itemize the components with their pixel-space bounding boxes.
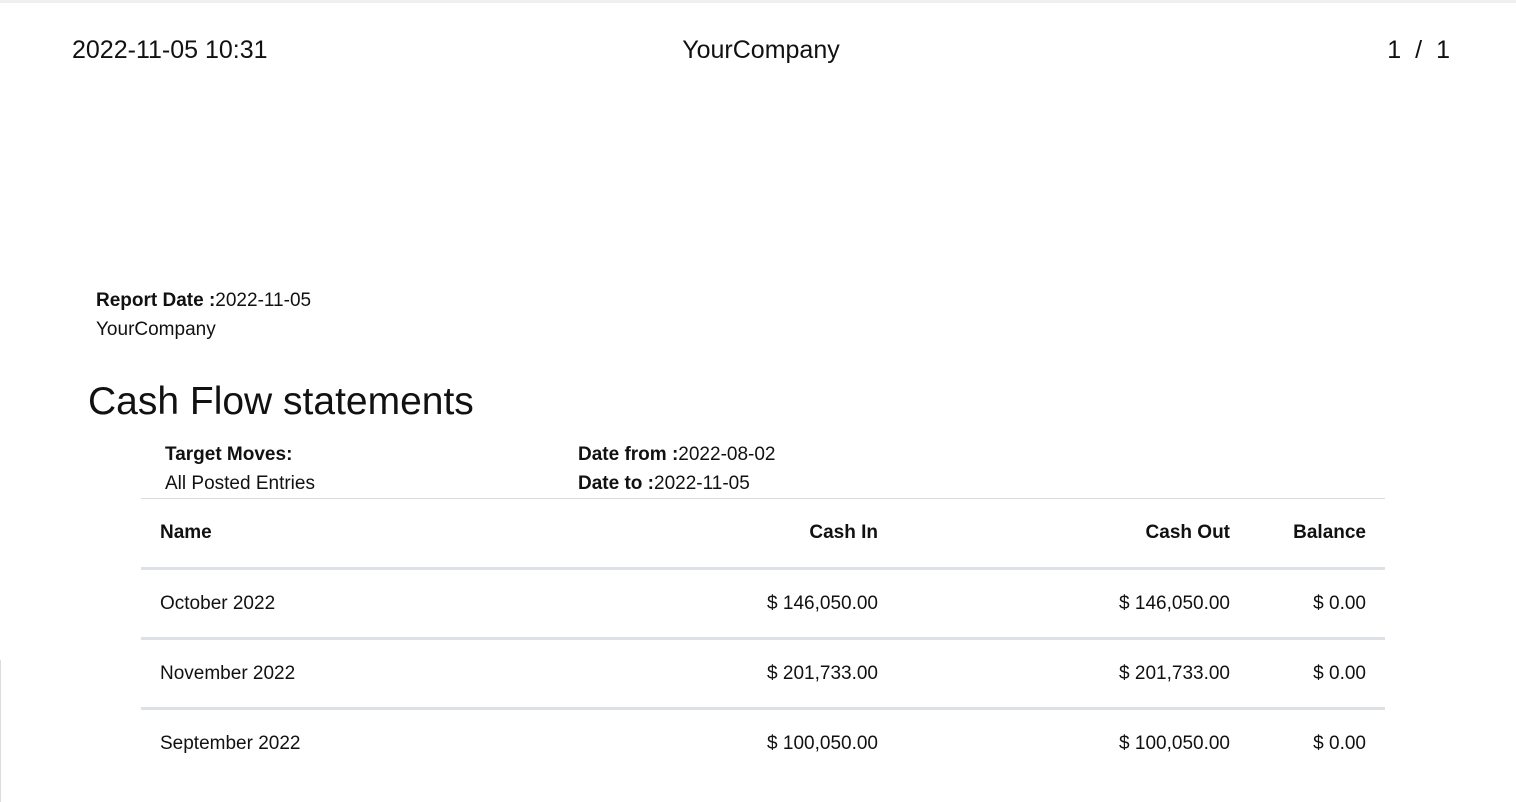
row-name: October 2022	[160, 592, 276, 614]
page-total: 1	[1436, 36, 1450, 64]
cash-flow-table: Name Cash In Cash Out Balance October 20…	[141, 498, 1385, 779]
date-from-label: Date from :	[578, 444, 679, 465]
page-top-edge	[0, 0, 1516, 3]
table-header-row: Name Cash In Cash Out Balance	[141, 498, 1385, 569]
row-cash-in: $ 146,050.00	[767, 592, 878, 614]
page-separator: /	[1415, 36, 1423, 64]
date-from-value: 2022-08-02	[678, 444, 776, 465]
page-left-edge	[0, 660, 1, 802]
report-info: Report Date :2022-11-05 YourCompany	[96, 286, 311, 344]
date-to-label: Date to :	[578, 473, 654, 494]
target-moves-label: Target Moves:	[165, 444, 293, 465]
page-current: 1	[1387, 36, 1402, 64]
column-header-name: Name	[160, 522, 212, 543]
print-header: 2022-11-05 10:31 YourCompany 1/1	[0, 36, 1516, 72]
row-cash-out: $ 100,050.00	[1119, 733, 1230, 755]
row-balance: $ 0.00	[1313, 662, 1366, 684]
page-title: Cash Flow statements	[88, 380, 474, 423]
date-range-filter: Date from :2022-08-02 Date to :2022-11-0…	[578, 440, 776, 498]
row-cash-in: $ 100,050.00	[767, 733, 878, 755]
row-cash-in: $ 201,733.00	[767, 662, 878, 684]
date-from-line: Date from :2022-08-02	[578, 440, 776, 469]
table-row: October 2022 $ 146,050.00 $ 146,050.00 $…	[141, 569, 1385, 639]
row-balance: $ 0.00	[1313, 592, 1366, 614]
row-cash-out: $ 201,733.00	[1119, 662, 1230, 684]
row-cash-out: $ 146,050.00	[1119, 592, 1230, 614]
target-moves-value: All Posted Entries	[165, 473, 315, 494]
column-header-balance: Balance	[1293, 522, 1366, 543]
report-date-line: Report Date :2022-11-05	[96, 286, 311, 315]
date-to-value: 2022-11-05	[654, 473, 750, 494]
page-counter: 1 / 1	[1387, 36, 1450, 65]
target-moves-filter: Target Moves: All Posted Entries	[165, 440, 315, 498]
print-company-name: YourCompany	[682, 36, 840, 64]
row-name: November 2022	[160, 662, 296, 684]
table-row: November 2022 $ 201,733.00 $ 201,733.00 …	[141, 639, 1385, 709]
report-date-label: Report Date :	[96, 290, 216, 311]
date-to-line: Date to :2022-11-05	[578, 469, 776, 498]
report-date-value: 2022-11-05	[215, 290, 312, 311]
row-balance: $ 0.00	[1313, 733, 1366, 755]
column-header-cash-in: Cash In	[809, 522, 878, 543]
column-header-cash-out: Cash Out	[1145, 522, 1230, 543]
table-row: September 2022 $ 100,050.00 $ 100,050.00…	[141, 709, 1385, 779]
row-name: September 2022	[160, 733, 301, 755]
report-company: YourCompany	[96, 319, 216, 340]
